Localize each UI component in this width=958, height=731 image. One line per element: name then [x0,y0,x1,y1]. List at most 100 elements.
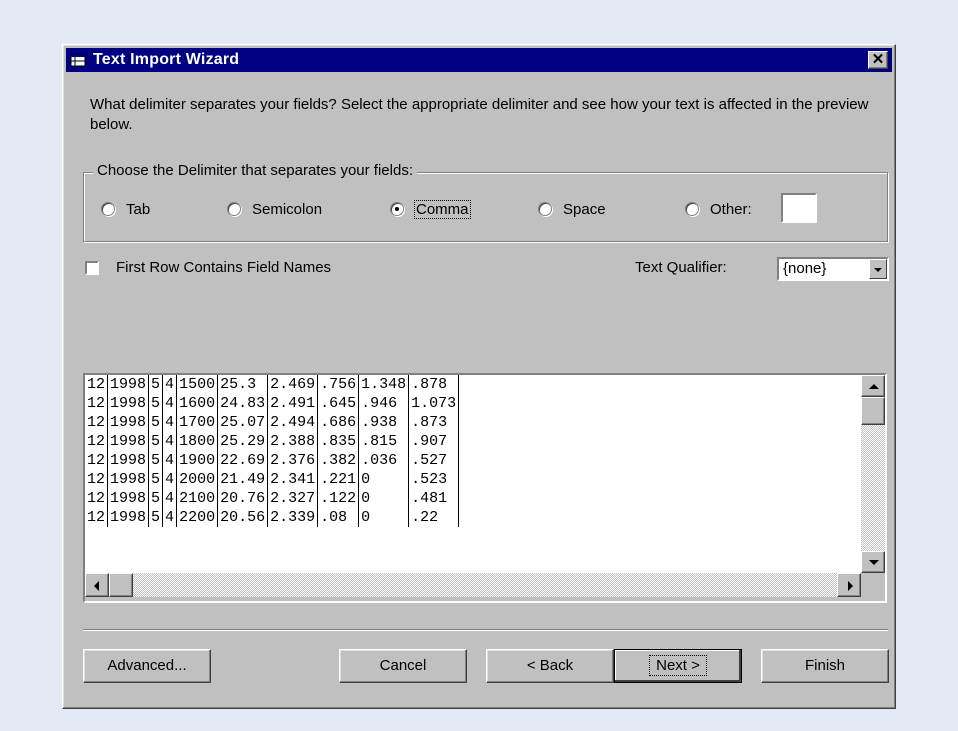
table-cell: 4 [162,375,178,394]
app-icon [70,53,86,67]
table-cell: 5 [148,470,164,489]
table-cell: 2200 [176,508,219,527]
radio-space[interactable]: Space [538,199,606,219]
table-cell: .873 [408,413,460,432]
table-cell: .815 [358,432,410,451]
table-cell: 24.83 [217,394,269,413]
table-cell: .907 [408,432,460,451]
table-cell: 1800 [176,432,219,451]
table-cell: 2.469 [267,375,319,394]
table-cell: 21.49 [217,470,269,489]
next-button[interactable]: Next > [614,649,742,683]
radio-tab[interactable]: Tab [101,199,150,219]
table-cell: 1998 [107,432,150,451]
radio-selected-icon [390,202,404,216]
table-cell: 2.339 [267,508,319,527]
arrow-right-icon [848,581,853,591]
table-cell: 1998 [107,394,150,413]
table-row: 12 1998 5 4 2000 21.49 2.341.221 0.523 [85,470,460,489]
close-icon: ✕ [871,51,885,68]
table-cell: 12 [85,508,109,527]
radio-space-label: Space [563,200,606,218]
table-row: 12 1998 5 4 1900 22.69 2.376.382.036.527 [85,451,460,470]
finish-button[interactable]: Finish [761,649,889,683]
text-qualifier-select[interactable]: {none} [777,257,889,281]
arrow-down-icon [869,560,879,565]
table-row: 12 1998 5 4 1500 25.3 2.469.756 1.348.878 [85,375,460,394]
chevron-down-icon [874,268,882,272]
table-cell: 1900 [176,451,219,470]
table-cell: .036 [358,451,410,470]
table-cell: 1998 [107,413,150,432]
radio-circle-icon [227,202,241,216]
table-cell: 12 [85,413,109,432]
intro-text: What delimiter separates your fields? Se… [90,96,869,133]
table-cell: 12 [85,432,109,451]
back-button[interactable]: < Back [486,649,614,683]
dropdown-button[interactable] [869,259,887,279]
preview-grid: 12 1998 5 4 1500 25.3 2.469.756 1.348.878 12 1998… [85,375,861,573]
cancel-button[interactable]: Cancel [339,649,467,683]
radio-tab-label: Tab [126,200,151,218]
table-cell: .481 [408,489,460,508]
table-cell: 1998 [107,489,150,508]
table-cell: .22 [408,508,460,527]
table-cell: .523 [408,470,460,489]
table-cell: .122 [317,489,360,508]
close-button[interactable]: ✕ [868,51,888,69]
table-cell: 12 [85,451,109,470]
horizontal-scroll-thumb[interactable] [109,573,133,597]
table-cell: 2100 [176,489,219,508]
horizontal-scrollbar[interactable] [85,573,861,597]
scroll-left-button[interactable] [85,573,109,597]
radio-semicolon[interactable]: Semicolon [227,199,322,219]
table-cell: 20.76 [217,489,269,508]
radio-other[interactable]: Other: [685,199,752,219]
text-qualifier-label: Text Qualifier: [635,259,727,276]
table-cell: 1998 [107,375,150,394]
table-cell: .756 [317,375,360,394]
radio-semicolon-label: Semicolon [252,200,323,218]
other-delimiter-input[interactable] [781,193,817,223]
table-cell: 2.494 [267,413,319,432]
table-cell: 12 [85,489,109,508]
table-cell: 1600 [176,394,219,413]
table-cell: .946 [358,394,410,413]
table-cell: 25.3 [217,375,269,394]
table-cell: .878 [408,375,460,394]
table-row: 12 1998 5 4 1700 25.07 2.494.686.938.873 [85,413,460,432]
title-bar: Text Import Wizard ✕ [66,48,892,72]
radio-comma[interactable]: Comma [390,199,471,219]
table-cell: .686 [317,413,360,432]
table-cell: 4 [162,470,178,489]
cancel-button-label: Cancel [379,657,427,674]
table-cell: 25.29 [217,432,269,451]
first-row-field-names-checkbox[interactable] [85,261,99,275]
table-cell: 2.388 [267,432,319,451]
table-cell: 5 [148,508,164,527]
delimiter-group-legend: Choose the Delimiter that separates your… [93,162,417,179]
scroll-up-button[interactable] [861,375,885,397]
table-cell: 5 [148,375,164,394]
table-row: 12 1998 5 4 1600 24.83 2.491.645.946 1.073 [85,394,460,413]
table-cell: .938 [358,413,410,432]
table-cell: .382 [317,451,360,470]
table-cell: .08 [317,508,360,527]
vertical-scrollbar[interactable] [861,375,885,573]
table-cell: 5 [148,413,164,432]
table-cell: .645 [317,394,360,413]
back-button-label: < Back [526,657,574,674]
table-cell: 2.327 [267,489,319,508]
table-cell: 2.491 [267,394,319,413]
table-cell: 12 [85,394,109,413]
finish-button-label: Finish [804,657,845,674]
table-cell: 25.07 [217,413,269,432]
table-cell: 5 [148,489,164,508]
table-cell: .527 [408,451,460,470]
scroll-right-button[interactable] [837,573,861,597]
table-cell: 5 [148,432,164,451]
advanced-button[interactable]: Advanced... [83,649,211,683]
table-cell: 1500 [176,375,219,394]
scroll-down-button[interactable] [861,551,885,573]
vertical-scroll-thumb[interactable] [861,397,885,425]
